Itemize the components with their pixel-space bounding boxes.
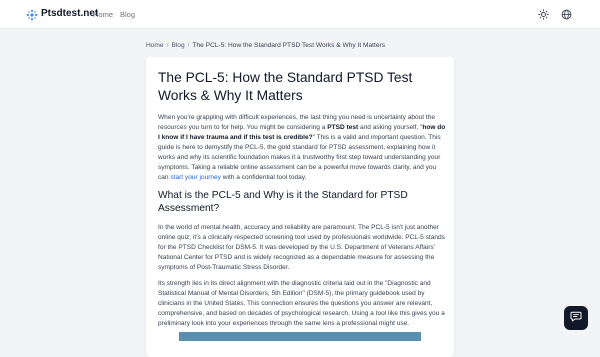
body-paragraph: Its strength lies in its direct alignmen… [158, 280, 445, 327]
article-title: The PCL-5: How the Standard PTSD Test Wo… [158, 70, 413, 103]
nav-blog-link[interactable]: Blog [120, 9, 135, 20]
intro-text: and asking yourself, " [358, 124, 423, 131]
top-navbar: Ptsdtest.net Home Blog [0, 0, 600, 29]
intro-paragraph: When you're grappling with difficult exp… [158, 113, 448, 183]
section-heading: What is the PCL-5 and Why is it the Stan… [158, 190, 408, 214]
chat-icon [570, 309, 582, 327]
breadcrumb-blog[interactable]: Blog [171, 42, 184, 49]
breadcrumb-separator: / [166, 42, 169, 49]
breadcrumb-home[interactable]: Home [146, 42, 164, 49]
breadcrumb: Home / Blog / The PCL-5: How the Standard PT… [146, 41, 385, 51]
article-image [179, 332, 421, 341]
breadcrumb-separator: / [187, 42, 190, 49]
nav-home-link[interactable]: Home [93, 9, 113, 20]
intro-bold-keyword: PTSD test [327, 124, 359, 131]
body-paragraph: In the world of mental health, accuracy … [158, 224, 445, 271]
brand-name[interactable]: Ptsdtest.net [41, 7, 98, 21]
logo-icon[interactable] [26, 8, 38, 21]
intro-text: with a confidential tool today. [220, 174, 307, 181]
globe-icon[interactable] [559, 7, 574, 22]
chat-button[interactable] [564, 306, 588, 330]
sun-icon[interactable] [536, 7, 551, 22]
breadcrumb-current: The PCL-5: How the Standard PTSD Test Wo… [192, 42, 385, 49]
start-journey-link[interactable]: start your journey [170, 174, 221, 181]
